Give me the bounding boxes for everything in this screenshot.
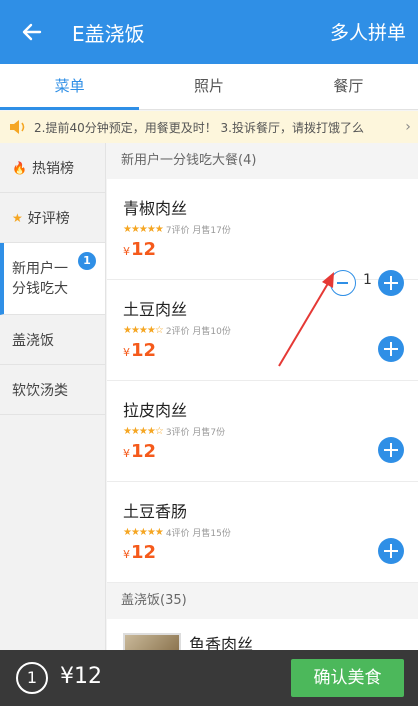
dish-meta: ★★★★★ 7评价 月售17份 bbox=[123, 223, 231, 236]
dish-price: ¥12 bbox=[123, 239, 156, 260]
speaker-icon bbox=[10, 120, 25, 134]
dish-item[interactable]: 鱼香肉丝 14 bbox=[107, 619, 418, 650]
chevron-right-icon: › bbox=[405, 119, 411, 135]
rating-stars: ★★★★☆ bbox=[123, 325, 164, 336]
group-order-button[interactable]: 多人拼单 bbox=[330, 18, 406, 45]
price-value: 12 bbox=[131, 542, 157, 563]
sidebar-item-hot[interactable]: 🔥 热销榜 bbox=[0, 143, 105, 193]
currency-symbol: ¥ bbox=[123, 245, 130, 258]
back-button[interactable] bbox=[14, 14, 50, 50]
cart-bar: 1 ¥12 确认美食 bbox=[0, 650, 418, 706]
price-value: 12 bbox=[131, 441, 157, 462]
price-value: 12 bbox=[131, 239, 157, 260]
sidebar-item-new-user[interactable]: 新用户一 分钱吃大 1 bbox=[0, 243, 105, 315]
dish-price: ¥12 bbox=[123, 441, 156, 462]
price-value: 12 bbox=[131, 340, 157, 361]
rating-stars: ★★★★★ bbox=[123, 224, 164, 235]
dish-name: 拉皮肉丝 bbox=[123, 401, 188, 420]
add-to-cart-button[interactable] bbox=[378, 437, 404, 463]
dish-meta-text: 2评价 月售10份 bbox=[165, 327, 231, 337]
add-to-cart-button[interactable] bbox=[378, 538, 404, 564]
sidebar-item-rice-bowl[interactable]: 盖浇饭 bbox=[0, 315, 105, 365]
sidebar-item-label: 好评榜 bbox=[27, 210, 70, 227]
dish-name: 土豆香肠 bbox=[123, 502, 188, 521]
tab-restaurant[interactable]: 餐厅 bbox=[279, 64, 418, 109]
add-to-cart-button[interactable] bbox=[378, 336, 404, 362]
rating-stars: ★★★★★ bbox=[123, 527, 164, 538]
label-line2: 分钱吃大 bbox=[12, 280, 68, 297]
confirm-order-button[interactable]: 确认美食 bbox=[291, 659, 404, 697]
star-icon: ★ bbox=[12, 210, 23, 225]
dish-item[interactable]: 拉皮肉丝 ★★★★☆ 3评价 月售7份 ¥12 bbox=[107, 381, 418, 482]
currency-symbol: ¥ bbox=[123, 447, 130, 460]
dish-price: ¥12 bbox=[123, 340, 156, 361]
sidebar-item-drinks-soup[interactable]: 软饮汤类 bbox=[0, 365, 105, 415]
dish-name: 青椒肉丝 bbox=[123, 199, 188, 218]
rating-stars: ★★★★☆ bbox=[123, 426, 164, 437]
page-title: E盖浇饭 bbox=[72, 22, 145, 46]
flame-icon: 🔥 bbox=[12, 160, 27, 175]
dish-meta-text: 4评价 月售15份 bbox=[165, 529, 231, 539]
top-bar: E盖浇饭 多人拼单 bbox=[0, 0, 418, 64]
cart-total: ¥12 bbox=[60, 664, 102, 689]
sidebar-item-label: 新用户一 分钱吃大 bbox=[12, 259, 68, 299]
dish-item[interactable]: 土豆香肠 ★★★★★ 4评价 月售15份 ¥12 bbox=[107, 482, 418, 583]
dish-name: 土豆肉丝 bbox=[123, 300, 188, 319]
currency-symbol: ¥ bbox=[123, 346, 130, 359]
back-arrow-icon bbox=[22, 23, 42, 41]
sidebar-item-label: 热销榜 bbox=[31, 160, 74, 177]
currency-symbol: ¥ bbox=[123, 548, 130, 561]
sidebar-item-label: 盖浇饭 bbox=[12, 332, 54, 349]
section-header: 新用户一分钱吃大餐(4) bbox=[107, 143, 418, 179]
dish-meta: ★★★★☆ 3评价 月售7份 bbox=[123, 425, 225, 438]
label-line1: 新用户一 bbox=[12, 260, 68, 277]
dish-meta: ★★★★★ 4评价 月售15份 bbox=[123, 526, 231, 539]
dish-item[interactable]: 青椒肉丝 ★★★★★ 7评价 月售17份 ¥12 1 bbox=[107, 179, 418, 296]
dish-price: ¥12 bbox=[123, 542, 156, 563]
cart-count-icon[interactable]: 1 bbox=[16, 662, 48, 694]
notice-bar[interactable]: 2.提前40分钟预定，用餐更及时！ 3.投诉餐厅，请拨打饿了么 › bbox=[0, 111, 418, 143]
tab-menu[interactable]: 菜单 bbox=[0, 64, 140, 110]
dish-meta-text: 3评价 月售7份 bbox=[165, 428, 226, 438]
section-header: 盖浇饭(35) bbox=[107, 583, 418, 619]
sidebar-item-top-rated[interactable]: ★ 好评榜 bbox=[0, 193, 105, 243]
notice-text: 2.提前40分钟预定，用餐更及时！ 3.投诉餐厅，请拨打饿了么 bbox=[34, 120, 364, 135]
tab-photos[interactable]: 照片 bbox=[139, 64, 278, 109]
sidebar-item-label: 软饮汤类 bbox=[12, 382, 68, 399]
count-badge: 1 bbox=[78, 252, 96, 270]
dish-name: 鱼香肉丝 bbox=[189, 635, 254, 650]
tab-bar: 菜单 照片 餐厅 bbox=[0, 64, 418, 110]
menu-list[interactable]: 新用户一分钱吃大餐(4) 青椒肉丝 ★★★★★ 7评价 月售17份 ¥12 1 … bbox=[107, 143, 418, 650]
category-sidebar: 🔥 热销榜 ★ 好评榜 新用户一 分钱吃大 1 盖浇饭 软饮汤类 bbox=[0, 143, 106, 650]
dish-meta: ★★★★☆ 2评价 月售10份 bbox=[123, 324, 231, 337]
dish-item[interactable]: 土豆肉丝 ★★★★☆ 2评价 月售10份 ¥12 bbox=[107, 280, 418, 381]
dish-photo[interactable] bbox=[123, 633, 181, 650]
dish-meta-text: 7评价 月售17份 bbox=[165, 226, 231, 236]
